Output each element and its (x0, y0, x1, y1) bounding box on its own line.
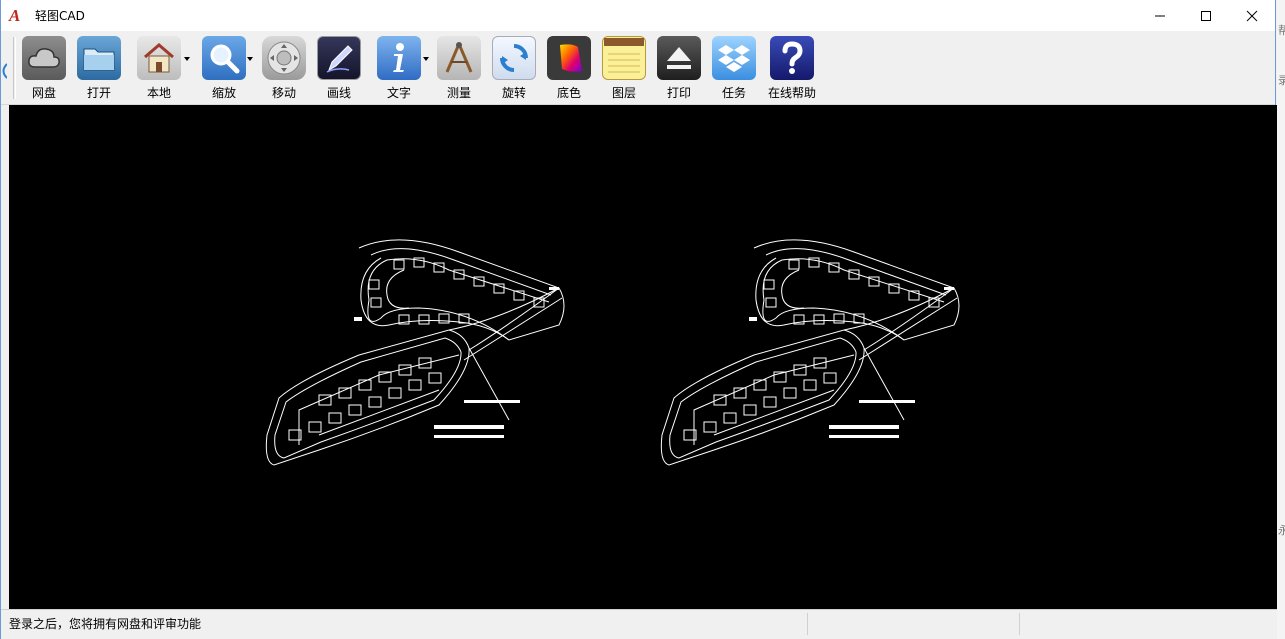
window-controls (1137, 0, 1275, 31)
title-bar[interactable]: A 轻图CAD (1, 0, 1275, 31)
tasks-button[interactable]: 任务 (706, 36, 762, 102)
open-label: 打开 (86, 86, 111, 100)
move-button[interactable]: 移动 (256, 36, 312, 102)
measure-button[interactable]: 测量 (431, 36, 487, 102)
bgcolor-label: 底色 (556, 86, 581, 100)
help-label: 在线帮助 (767, 86, 816, 100)
eject-icon (657, 36, 701, 80)
home-icon (137, 36, 181, 80)
cad-drawing-left (265, 239, 565, 466)
maximize-button[interactable] (1183, 0, 1229, 31)
minimize-button[interactable] (1137, 0, 1183, 31)
color-palette-icon (547, 36, 591, 80)
info-icon (377, 36, 421, 80)
app-logo-icon: A (9, 5, 21, 25)
status-panel-1 (807, 613, 967, 635)
maximize-icon (1201, 10, 1211, 21)
draw-button[interactable]: 画线 (311, 36, 367, 102)
measure-label: 测量 (446, 86, 471, 100)
rotate-button[interactable]: 旋转 (486, 36, 542, 102)
print-label: 打印 (666, 86, 691, 100)
status-bar: 登录之后，您将拥有网盘和评审功能 (1, 609, 1277, 639)
text-label: 文字 (386, 86, 411, 100)
side-fragment-3: 永 (1278, 524, 1285, 537)
zoom-label: 缩放 (211, 86, 236, 100)
side-fragment-2: 录 (1278, 74, 1285, 87)
help-button[interactable]: 在线帮助 (763, 36, 821, 102)
close-button[interactable] (1229, 0, 1275, 31)
local-dropdown-chevron-down-icon[interactable] (183, 55, 191, 63)
close-icon (1246, 10, 1258, 21)
layers-button[interactable]: 图层 (596, 36, 652, 102)
local-label: 本地 (146, 86, 171, 100)
layers-label: 图层 (611, 86, 636, 100)
side-fragment-1: 帮 (1278, 24, 1285, 37)
bgcolor-button[interactable]: 底色 (541, 36, 597, 102)
text-button[interactable]: 文字 (371, 36, 427, 102)
cloud-icon (22, 36, 66, 80)
draw-label: 画线 (326, 86, 351, 100)
text-dropdown-chevron-down-icon[interactable] (422, 55, 430, 63)
cloud-button[interactable]: 网盘 (16, 36, 72, 102)
ruler-icon (437, 36, 481, 80)
pen-icon (317, 36, 361, 80)
notepad-icon (602, 36, 646, 80)
minimize-icon (1155, 15, 1165, 16)
window-title: 轻图CAD (35, 9, 85, 23)
rotate-icon (492, 36, 536, 80)
local-button[interactable]: 本地 (131, 36, 187, 102)
cloud-label: 网盘 (31, 86, 56, 100)
open-button[interactable]: 打开 (71, 36, 127, 102)
magnifier-icon (202, 36, 246, 80)
background-window-fragment (0, 62, 8, 80)
cad-drawing-right (660, 239, 960, 466)
drawing-canvas[interactable] (9, 105, 1277, 609)
background-window-strip: 帮 录 永 (1277, 0, 1285, 639)
folder-icon (77, 36, 121, 80)
zoom-dropdown-chevron-down-icon[interactable] (246, 55, 254, 63)
status-panel-2 (1019, 613, 1109, 635)
tasks-label: 任务 (721, 86, 746, 100)
dropbox-icon (712, 36, 756, 80)
move-label: 移动 (271, 86, 296, 100)
zoom-button[interactable]: 缩放 (196, 36, 252, 102)
print-button[interactable]: 打印 (651, 36, 707, 102)
status-message: 登录之后，您将拥有网盘和评审功能 (9, 617, 202, 631)
rotate-label: 旋转 (501, 86, 526, 100)
app-window: A 轻图CAD 网盘 打开 本地 缩放 移动 画线 文字 测量 旋转 底色 图层… (0, 0, 1277, 639)
main-toolbar: 网盘 打开 本地 缩放 移动 画线 文字 测量 旋转 底色 图层 打印 任务 在… (1, 31, 1275, 105)
help-icon (770, 36, 814, 80)
move-pad-icon (262, 36, 306, 80)
